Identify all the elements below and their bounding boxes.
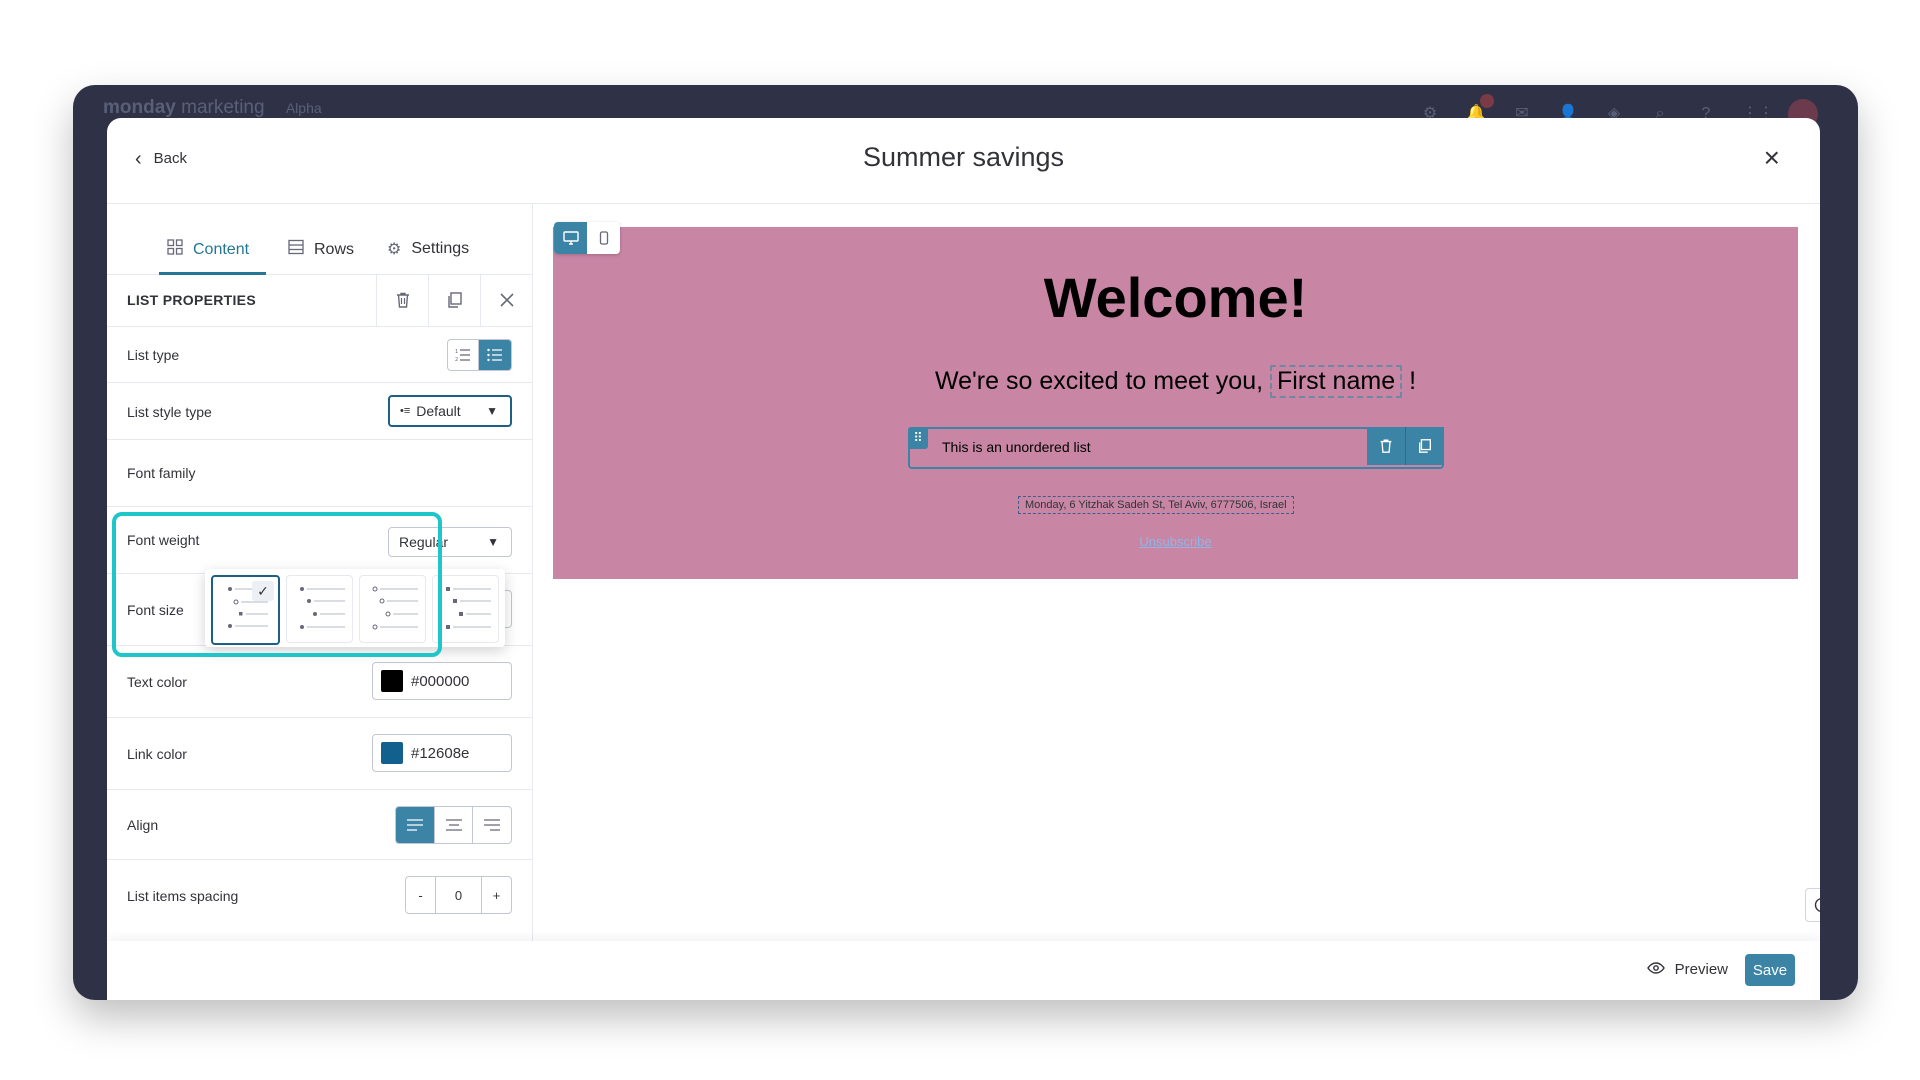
section-actions <box>376 274 532 326</box>
align-center-icon[interactable] <box>434 807 472 843</box>
email-editor-modal: ‹ Back Summer savings × Content Rows ⚙ S… <box>107 118 1820 1000</box>
row-align: Align <box>107 790 532 860</box>
link-color-value: #12608e <box>411 744 470 762</box>
close-icon[interactable] <box>480 274 532 326</box>
panel-tabs: Content Rows ⚙ Settings <box>107 204 532 275</box>
chevron-down-icon: ▼ <box>486 404 498 418</box>
block-actions <box>1367 427 1444 465</box>
footer-address[interactable]: Monday, 6 Yitzhak Sadeh St, Tel Aviv, 67… <box>1018 496 1294 514</box>
text-color-field[interactable]: #000000 <box>372 662 512 700</box>
mobile-icon[interactable] <box>587 222 620 254</box>
spacing-value[interactable]: 0 <box>435 877 481 913</box>
email-body[interactable]: Welcome! We're so excited to meet you, F… <box>553 227 1798 579</box>
merge-tag-first-name[interactable]: First name <box>1270 365 1403 398</box>
text-color-value: #000000 <box>411 672 470 690</box>
trash-icon[interactable] <box>1367 427 1405 465</box>
drag-handle-icon[interactable]: ⠿ <box>908 427 928 449</box>
list-block-selected[interactable]: ⠿ This is an unordered list <box>908 427 1444 469</box>
font-weight-value: Regular <box>399 534 449 550</box>
unordered-list-icon[interactable] <box>478 340 511 370</box>
font-weight-label: Font weight <box>127 532 200 548</box>
history-tools <box>1805 888 1820 922</box>
rows-icon <box>288 239 304 260</box>
list-spacing-stepper: - 0 + <box>405 876 512 914</box>
trash-icon[interactable] <box>376 274 428 326</box>
chevron-down-icon: ▼ <box>487 535 499 549</box>
list-type-label: List type <box>127 347 180 363</box>
tab-settings-label: Settings <box>411 240 470 257</box>
preview-button[interactable]: Preview <box>1646 961 1728 978</box>
close-icon[interactable]: × <box>1764 144 1780 172</box>
tab-content-label: Content <box>193 240 250 258</box>
email-heading[interactable]: Welcome! <box>553 265 1798 330</box>
check-icon: ✓ <box>252 581 274 601</box>
eye-icon <box>1646 961 1665 978</box>
logo-light: marketing <box>181 97 265 118</box>
row-link-color: Link color #12608e <box>107 718 532 790</box>
list-style-type-dropdown[interactable]: •≡ Default ▼ <box>388 395 512 427</box>
section-title: LIST PROPERTIES <box>127 292 256 308</box>
align-label: Align <box>127 817 159 833</box>
list-type-toggle: 12 <box>447 339 512 371</box>
row-font-weight: Font weight Regular ▼ <box>107 507 532 574</box>
spacing-decrement[interactable]: - <box>406 877 435 913</box>
align-toggle <box>395 806 512 844</box>
link-color-label: Link color <box>127 746 187 762</box>
app-logo: monday marketing Alpha <box>103 97 322 119</box>
preview-label: Preview <box>1674 961 1728 978</box>
list-style-option-square[interactable] <box>432 575 499 643</box>
list-items-spacing-label: List items spacing <box>127 888 239 904</box>
row-font-family: Font family <box>107 440 532 507</box>
gear-icon: ⚙ <box>387 241 402 258</box>
list-style-option-default[interactable]: ✓ <box>211 575 280 645</box>
row-list-type: List type 12 <box>107 327 532 383</box>
text-color-swatch[interactable] <box>381 670 403 692</box>
greeting-prefix: We're so excited to meet you, <box>934 367 1264 395</box>
list-properties-header: LIST PROPERTIES <box>107 274 532 327</box>
unsubscribe-link[interactable]: Unsubscribe <box>553 534 1798 549</box>
greeting-suffix: ! <box>1409 367 1417 395</box>
alpha-badge: Alpha <box>285 100 322 116</box>
device-toggle <box>554 222 620 254</box>
tab-settings[interactable]: ⚙ Settings <box>387 239 469 259</box>
modal-header: ‹ Back Summer savings × <box>107 118 1820 204</box>
email-greeting[interactable]: We're so excited to meet you, First name… <box>553 365 1798 398</box>
spacing-increment[interactable]: + <box>481 877 511 913</box>
list-style-option-disc[interactable] <box>286 575 353 643</box>
grid-icon <box>167 239 183 260</box>
duplicate-icon[interactable] <box>1405 427 1444 465</box>
list-style-type-label: List style type <box>127 404 212 420</box>
link-color-field[interactable]: #12608e <box>372 734 512 772</box>
duplicate-icon[interactable] <box>428 274 480 326</box>
list-text[interactable]: This is an unordered list <box>942 439 1091 455</box>
align-left-icon[interactable] <box>396 807 434 843</box>
align-right-icon[interactable] <box>472 807 511 843</box>
svg-text:1: 1 <box>455 349 458 355</box>
list-style-option-circle[interactable] <box>359 575 426 643</box>
history-icon[interactable] <box>1805 888 1820 922</box>
list-style-type-value: Default <box>416 403 461 419</box>
ordered-list-icon[interactable]: 12 <box>448 340 478 370</box>
row-list-items-spacing: List items spacing - 0 + <box>107 860 532 931</box>
logo-bold: monday <box>103 97 176 118</box>
text-color-label: Text color <box>127 674 187 690</box>
tab-rows[interactable]: Rows <box>288 239 354 260</box>
font-size-label: Font size <box>127 602 184 618</box>
email-canvas: Welcome! We're so excited to meet you, F… <box>533 204 1820 941</box>
modal-footer: Preview Save <box>107 941 1820 1000</box>
tab-content[interactable]: Content <box>167 239 249 260</box>
properties-panel: Content Rows ⚙ Settings LIST PROPERTIES <box>107 204 533 941</box>
font-weight-dropdown[interactable]: Regular ▼ <box>388 527 512 557</box>
list-style-options-popup: ✓ <box>205 569 505 647</box>
modal-title: Summer savings <box>862 142 1065 172</box>
desktop-icon[interactable] <box>554 222 587 254</box>
row-text-color: Text color #000000 <box>107 646 532 718</box>
list-style-icon: •≡ <box>400 405 411 417</box>
font-family-label: Font family <box>127 465 196 481</box>
save-button[interactable]: Save <box>1745 954 1795 986</box>
svg-text:2: 2 <box>455 357 458 362</box>
row-list-style-type: List style type •≡ Default ▼ <box>107 383 532 440</box>
link-color-swatch[interactable] <box>381 742 403 764</box>
tab-rows-label: Rows <box>314 240 355 258</box>
